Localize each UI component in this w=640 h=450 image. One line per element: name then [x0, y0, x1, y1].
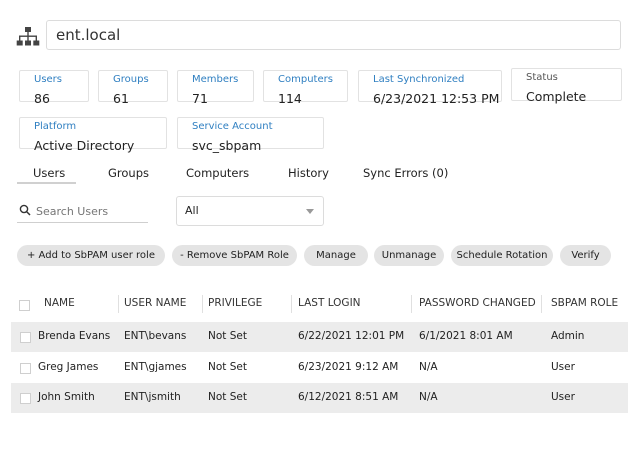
groups-count-value: 61	[113, 91, 129, 106]
users-count-label: Users	[34, 74, 63, 85]
computers-count-tile: Computers 114	[263, 70, 348, 106]
table-row[interactable]: Brenda Evans ENT\bevans Not Set 6/22/202…	[11, 322, 628, 352]
cell-sbpam-role: Admin	[551, 330, 585, 342]
row-checkbox[interactable]	[20, 393, 31, 404]
column-separator	[291, 295, 292, 313]
tab-users[interactable]: Users	[33, 166, 65, 180]
column-header-name[interactable]: NAME	[44, 297, 75, 309]
row-checkbox[interactable]	[20, 332, 31, 343]
table-row[interactable]: John Smith ENT\jsmith Not Set 6/12/2021 …	[11, 383, 628, 413]
cell-name: Greg James	[38, 361, 99, 373]
cell-user-name: ENT\gjames	[124, 361, 187, 373]
users-count-tile: Users 86	[19, 70, 89, 106]
chevron-down-icon	[306, 209, 314, 214]
manage-button[interactable]: Manage	[304, 245, 368, 266]
cell-user-name: ENT\jsmith	[124, 391, 181, 403]
computers-count-value: 114	[278, 91, 302, 106]
status-tile: Status Complete	[511, 68, 622, 104]
members-count-tile: Members 71	[177, 70, 254, 106]
row-checkbox[interactable]	[20, 363, 31, 374]
cell-sbpam-role: User	[551, 391, 575, 403]
search-users-input[interactable]	[36, 202, 148, 220]
tab-computers[interactable]: Computers	[186, 166, 249, 180]
table-row[interactable]: Greg James ENT\gjames Not Set 6/23/2021 …	[11, 353, 628, 383]
service-account-value: svc_sbpam	[192, 138, 262, 153]
cell-password-changed: N/A	[419, 361, 438, 373]
filter-select[interactable]: All	[176, 196, 324, 226]
domain-name: ent.local	[56, 26, 121, 44]
column-separator	[541, 295, 542, 313]
cell-user-name: ENT\bevans	[124, 330, 187, 342]
remove-sbpam-role-button[interactable]: - Remove SbPAM Role	[172, 245, 297, 266]
column-header-user-name[interactable]: USER NAME	[124, 297, 186, 309]
cell-name: Brenda Evans	[38, 330, 111, 342]
last-synchronized-value: 6/23/2021 12:53 PM	[373, 91, 500, 106]
cell-last-login: 6/12/2021 8:51 AM	[298, 391, 399, 403]
tab-groups[interactable]: Groups	[108, 166, 149, 180]
column-header-last-login[interactable]: LAST LOGIN	[298, 297, 361, 309]
tab-history[interactable]: History	[288, 166, 329, 180]
users-count-value: 86	[34, 91, 50, 106]
platform-tile: Platform Active Directory	[19, 117, 167, 153]
groups-count-tile: Groups 61	[98, 70, 168, 106]
cell-name: John Smith	[38, 391, 95, 403]
cell-sbpam-role: User	[551, 361, 575, 373]
unmanage-button[interactable]: Unmanage	[374, 245, 444, 266]
column-separator	[202, 295, 203, 313]
cell-privilege: Not Set	[208, 391, 247, 403]
schedule-rotation-button[interactable]: Schedule Rotation	[451, 245, 553, 266]
platform-value: Active Directory	[34, 138, 135, 153]
cell-last-login: 6/23/2021 9:12 AM	[298, 361, 399, 373]
last-synchronized-tile: Last Synchronized 6/23/2021 12:53 PM	[358, 70, 502, 106]
column-header-password-changed[interactable]: PASSWORD CHANGED	[419, 297, 536, 309]
status-label: Status	[526, 72, 558, 83]
cell-privilege: Not Set	[208, 330, 247, 342]
computers-count-label: Computers	[278, 74, 333, 85]
cell-last-login: 6/22/2021 12:01 PM	[298, 330, 405, 342]
network-hierarchy-icon	[16, 27, 40, 46]
add-to-sbpam-user-role-button[interactable]: + Add to SbPAM user role	[17, 245, 165, 266]
service-account-tile: Service Account svc_sbpam	[177, 117, 324, 153]
platform-label: Platform	[34, 121, 77, 132]
filter-select-value: All	[185, 204, 199, 217]
members-count-value: 71	[192, 91, 208, 106]
column-separator	[411, 295, 412, 313]
cell-password-changed: N/A	[419, 391, 438, 403]
column-header-privilege[interactable]: PRIVILEGE	[208, 297, 262, 309]
table-header: NAME USER NAME PRIVILEGE LAST LOGIN PASS…	[11, 292, 628, 317]
domain-name-field[interactable]: ent.local	[46, 20, 621, 50]
verify-button[interactable]: Verify	[560, 245, 611, 266]
column-header-sbpam-role[interactable]: SBPAM ROLE	[551, 297, 618, 309]
cell-password-changed: 6/1/2021 8:01 AM	[419, 330, 513, 342]
column-separator	[118, 295, 119, 313]
select-all-checkbox[interactable]	[19, 300, 30, 311]
members-count-label: Members	[192, 74, 239, 85]
tab-sync-errors[interactable]: Sync Errors (0)	[363, 166, 448, 180]
search-icon	[19, 204, 31, 216]
groups-count-label: Groups	[113, 74, 149, 85]
cell-privilege: Not Set	[208, 361, 247, 373]
active-tab-indicator	[17, 182, 76, 184]
search-underline	[17, 222, 148, 223]
status-value: Complete	[526, 89, 587, 104]
service-account-label: Service Account	[192, 121, 273, 132]
last-synchronized-label: Last Synchronized	[373, 74, 465, 85]
